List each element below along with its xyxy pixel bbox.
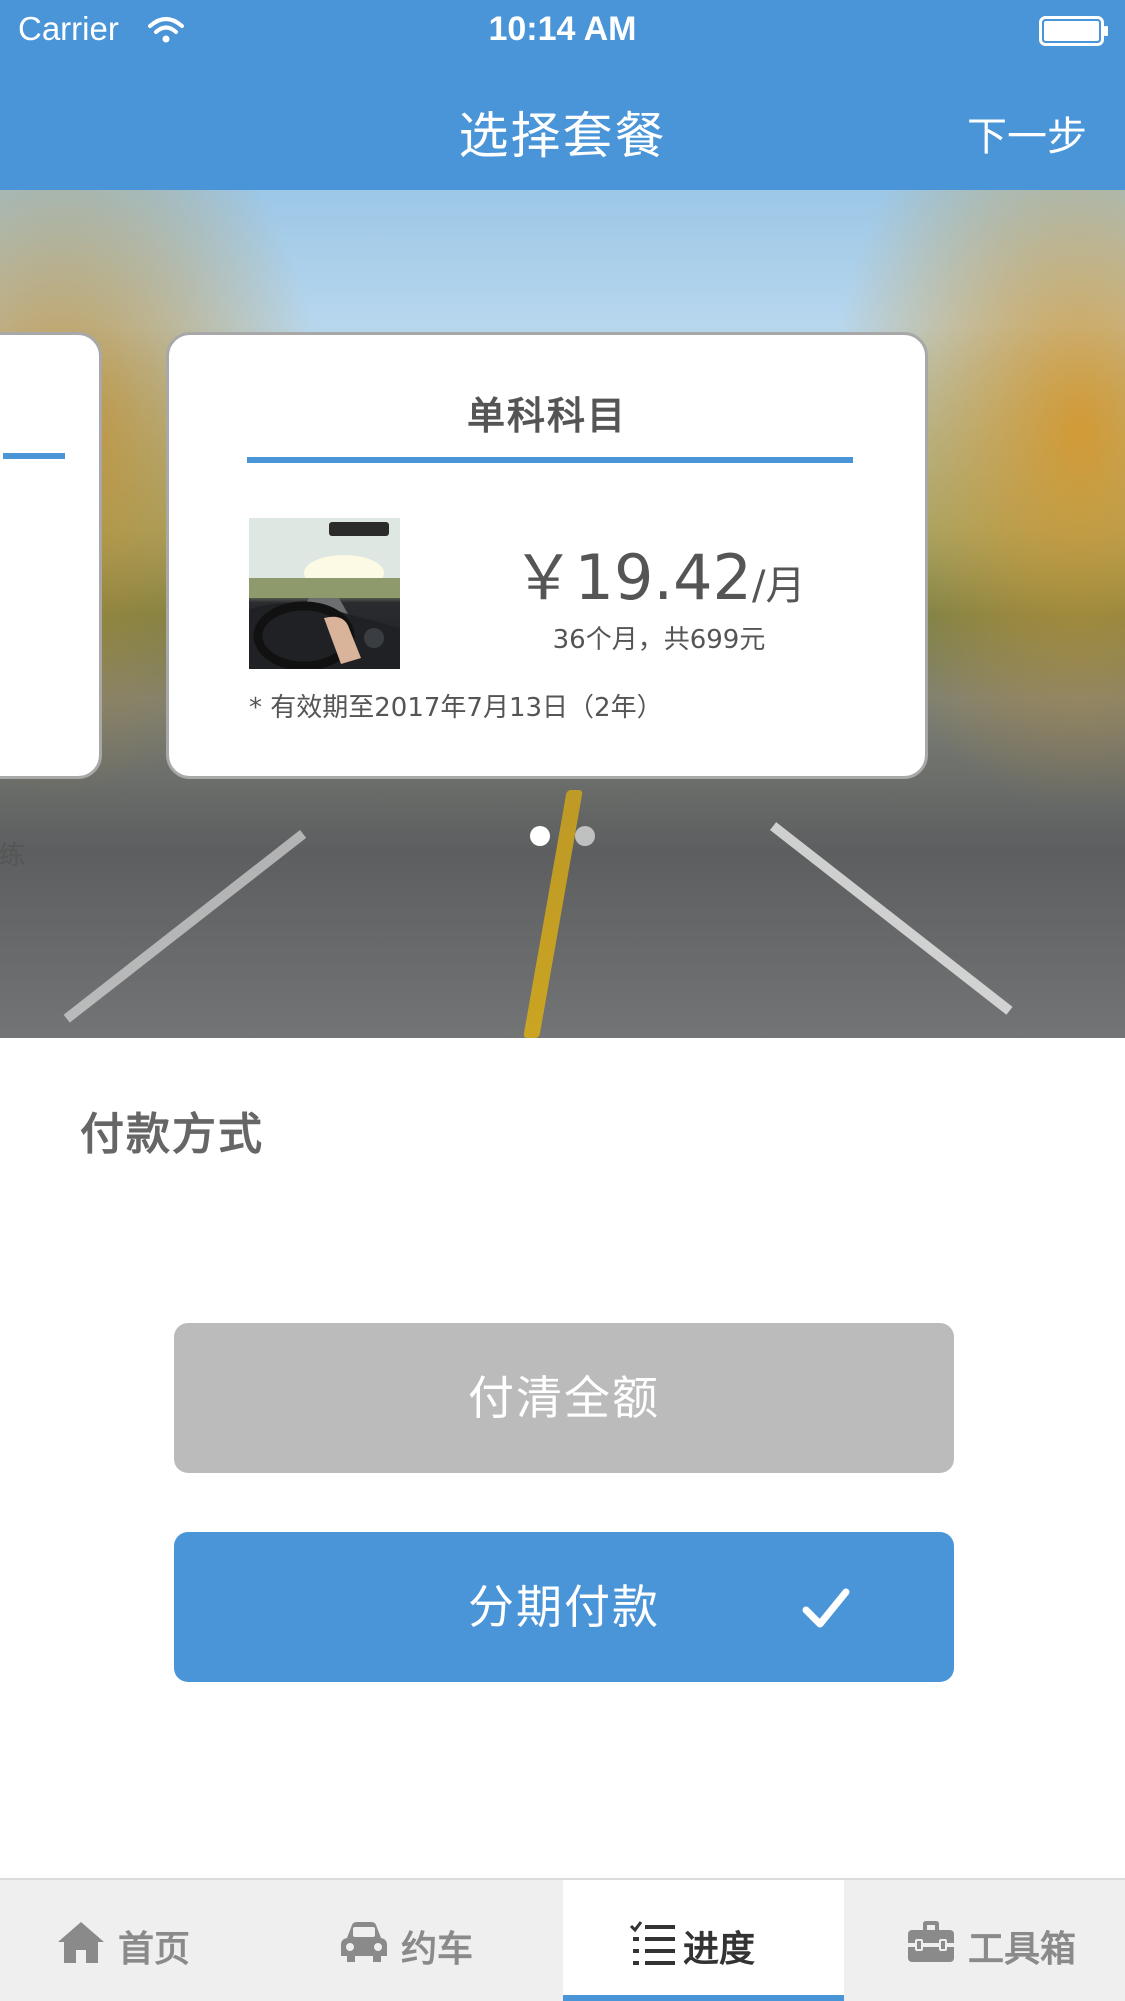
price-per-month: ￥19.42/月 [409,527,909,617]
tab-toolbox[interactable]: 工具箱 [844,1880,1125,2001]
pay-full-label: 付清全额 [468,1371,660,1425]
status-time: 10:14 AM [488,10,637,48]
page-dot[interactable] [575,826,596,846]
page-title: 选择套餐 [458,107,667,165]
card-title-underline [247,457,853,463]
nav-header: Carrier 10:14 AM 选择套餐 下一步 [0,0,1125,190]
package-banner: 练 单科科目 ￥19.42/月 36个月，共699元 * 有效期至2017年7月… [0,190,1125,1038]
active-tab-indicator [563,1995,844,2001]
validity-note: * 有效期至2017年7月13日（2年） [249,693,663,723]
price-summary: 36个月，共699元 [552,625,766,655]
road-edge-decoration [770,822,1013,1015]
pay-full-amount-button[interactable]: 付清全额 [174,1323,954,1473]
bottom-tab-bar: 首页 约车 进度 工具箱 [0,1878,1125,2001]
car-icon [341,1922,387,1962]
tab-progress[interactable]: 进度 [563,1880,844,2001]
driving-photo [249,518,400,669]
tab-book-car-label: 约车 [401,1929,474,1970]
tab-toolbox-label: 工具箱 [968,1929,1077,1970]
card-title-underline [3,453,65,459]
tab-home[interactable]: 首页 [0,1880,281,2001]
battery-icon [1039,16,1108,46]
page-indicator[interactable] [0,826,1125,850]
home-icon [58,1922,104,1963]
page-dot-active[interactable] [529,826,550,846]
package-card-previous[interactable]: 练 [0,332,102,871]
driving-photo-illustration [249,518,400,669]
tab-home-label: 首页 [118,1929,191,1970]
next-step-button[interactable]: 下一步 [967,104,1087,162]
payment-section-title: 付款方式 [80,1109,264,1160]
package-title: 单科科目 [466,394,627,438]
tab-book-car[interactable]: 约车 [281,1880,562,2001]
toolbox-icon [908,1921,954,1962]
pay-installment-label: 分期付款 [468,1580,660,1634]
price-unit: /月 [752,563,806,609]
pay-installment-button[interactable]: 分期付款 [174,1532,954,1682]
checkmark-icon [802,1588,850,1628]
road-edge-decoration [63,830,307,1023]
price-value: ￥19.42 [512,541,753,614]
tab-progress-label: 进度 [683,1929,756,1970]
list-icon [629,1921,675,1965]
package-card-single-subject[interactable]: 单科科目 ￥19.42/月 36个月，共699元 * 有效期至2017年7月13… [166,332,928,779]
status-bar: Carrier 10:14 AM [0,0,1125,60]
